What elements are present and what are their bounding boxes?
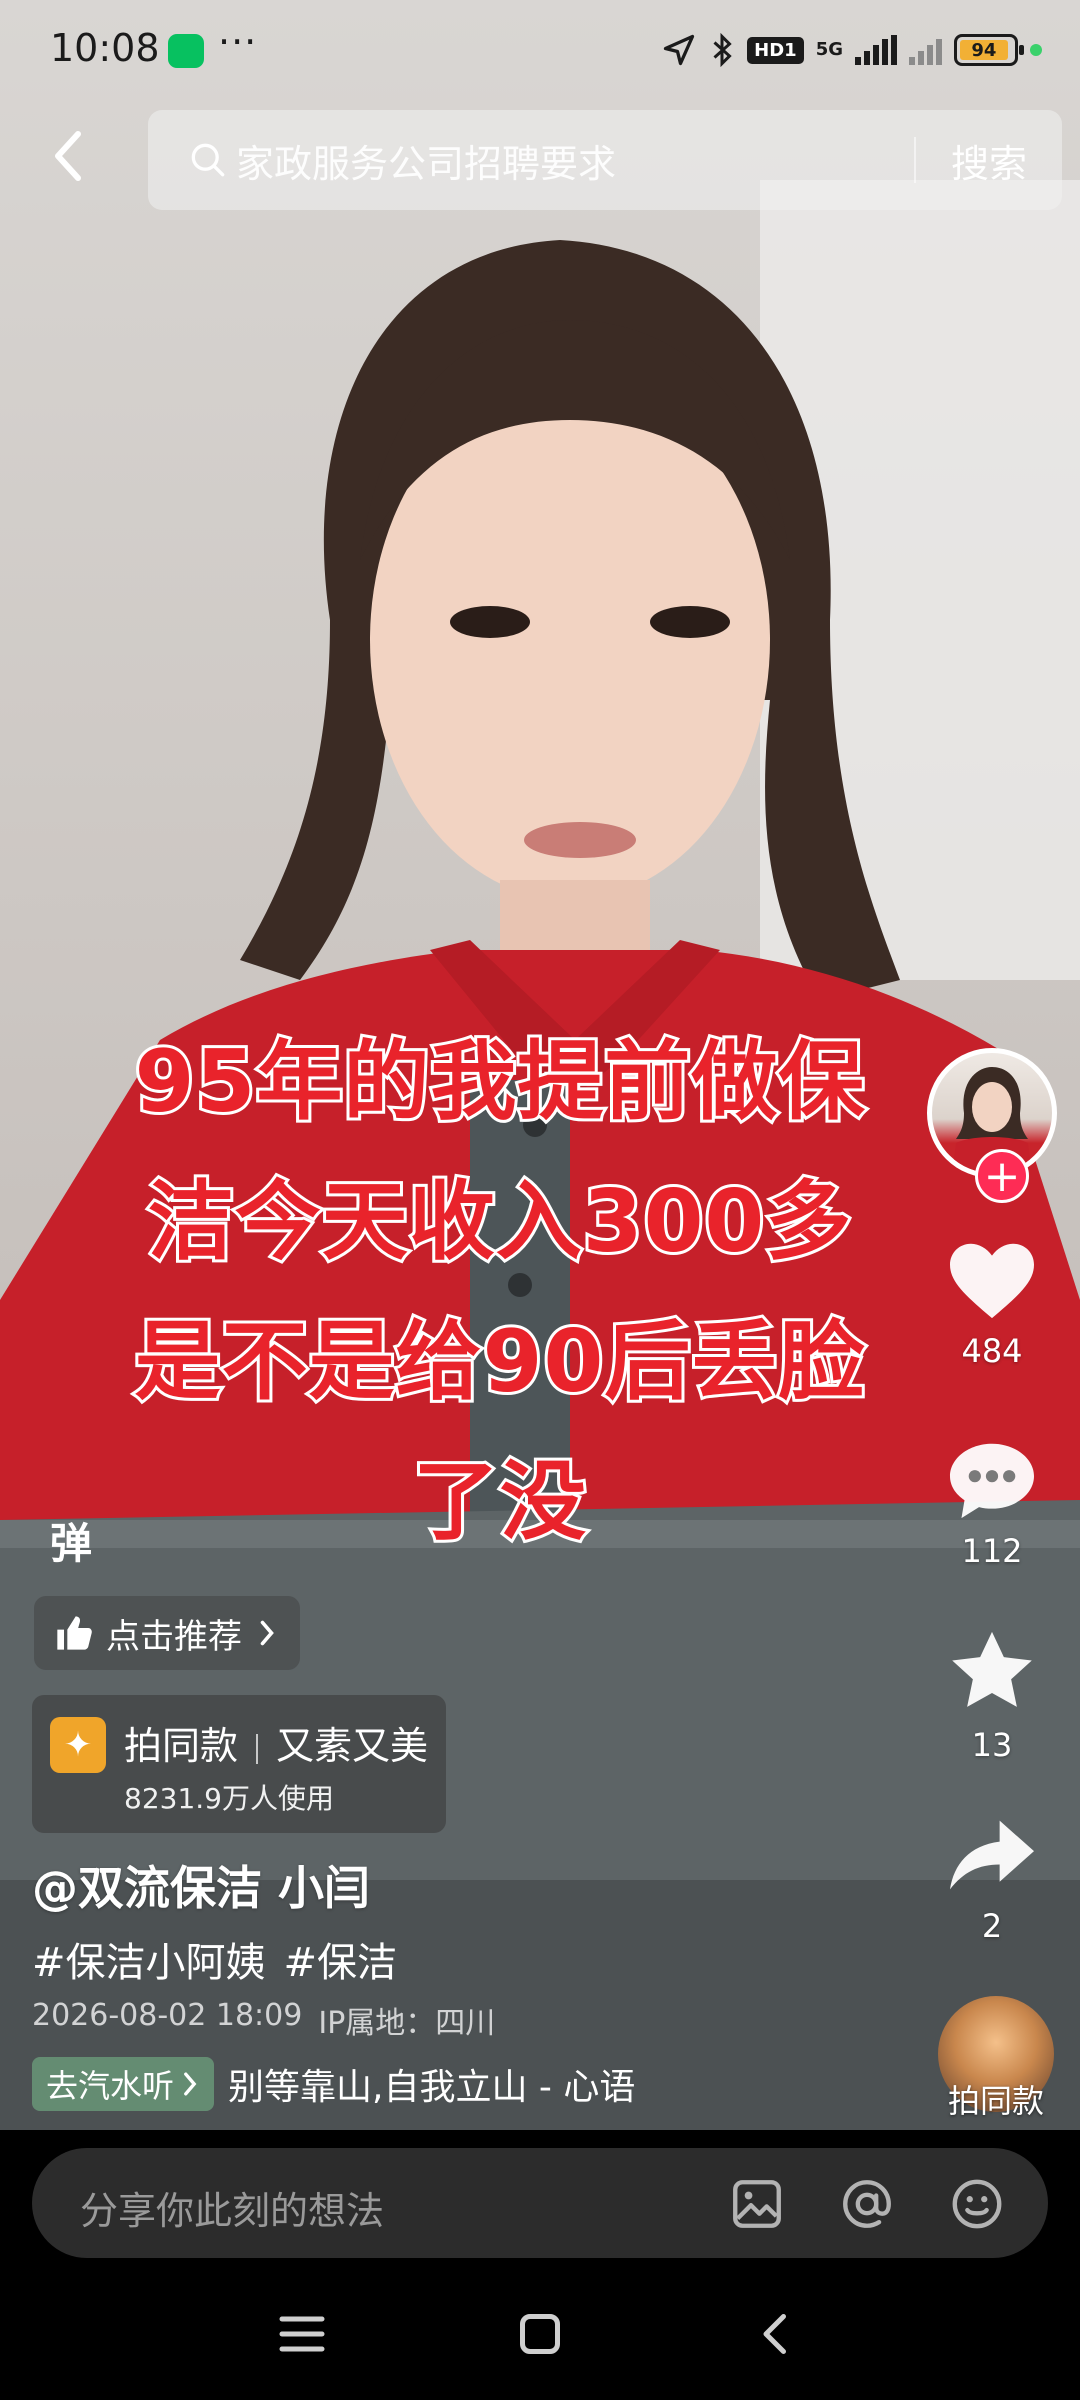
music-title: 别等靠山,自我立山 - 心语 [228,2067,636,2108]
signal-strength-icon [855,35,897,65]
hashtag-link[interactable]: #保洁 [284,1930,398,1988]
status-time: 10:08 [50,26,160,70]
battery-level: 94 [960,40,1008,61]
search-input[interactable]: 家政服务公司招聘要求 [236,133,914,188]
post-datetime: 2026-08-02 18:09 [32,1998,303,2033]
favorite-button[interactable]: 13 [922,1628,1062,1764]
caption-line: 洁今天收入300多 [145,1169,855,1275]
template-title: 拍同款 又素又美 [124,1715,428,1770]
sparkle-icon: ✦ [50,1717,106,1773]
music-tag-label: 去汽水听 [46,2067,175,2105]
location-arrow-icon [664,34,695,66]
music-row[interactable]: 去汽水听 别等靠山,自我立山 - 心语 [32,2056,635,2112]
danmaku-toggle[interactable]: 弹 [50,1510,92,1571]
signal-strength-secondary-icon [909,35,942,65]
comment-button[interactable]: 112 [922,1438,1062,1570]
network-type: 5G [815,39,843,60]
home-square-icon[interactable] [510,2304,570,2364]
same-style-label: 拍同款 [947,2082,1044,2120]
bluetooth-icon [713,32,732,68]
status-bar: 10:08 ··· HD1 5G 94 [0,0,1080,100]
recommend-button[interactable]: 点击推荐 [34,1596,300,1670]
caption-line: 了没 [410,1449,589,1555]
post-ip-location: IP属地：四川 [318,2006,496,2041]
wechat-notification-icon [168,34,204,68]
chevron-right-icon [184,2072,197,2096]
menu-icon[interactable] [272,2304,332,2364]
search-button[interactable]: 搜索 [916,133,1062,188]
template-title-divider [256,1733,259,1764]
favorite-count: 13 [971,1726,1013,1764]
author-name-link[interactable]: @双流保洁 小闫 [32,1852,370,1918]
star-icon [952,1631,1032,1707]
system-navigation-bar [0,2260,1080,2400]
privacy-indicator-dot [1030,44,1042,56]
recommend-label: 点击推荐 [106,1616,242,1657]
caption-line: 95年的我提前做保 [132,1029,868,1135]
comment-count: 112 [961,1532,1023,1570]
same-style-template-card[interactable]: ✦ 拍同款 又素又美 8231.9万人使用 [32,1695,446,1833]
search-bar[interactable]: 家政服务公司招聘要求 搜索 [148,110,1062,210]
template-action-label: 拍同款 [124,1724,239,1768]
comment-input[interactable]: 分享你此刻的想法 [32,2148,1048,2258]
back-arrow-icon[interactable] [44,126,94,186]
template-usage: 8231.9万人使用 [124,1782,334,1815]
share-arrow-icon [950,1820,1034,1890]
share-count: 2 [981,1907,1003,1945]
status-icons: HD1 5G 94 [661,30,1042,70]
hashtag-list: #保洁小阿姨 #保洁 [32,1930,397,1988]
back-triangle-icon[interactable] [746,2304,806,2364]
thumbs-up-icon [57,1616,92,1650]
hashtag-link[interactable]: #保洁小阿姨 [32,1930,266,1988]
more-notifications-icon: ··· [218,20,258,64]
like-count: 484 [961,1332,1023,1370]
emoji-icon[interactable] [948,2175,1006,2233]
video-caption-overlay: 95年的我提前做保 洁今天收入300多 是不是给90后丢脸 了没 [60,1012,940,1572]
at-icon[interactable] [838,2175,896,2233]
comment-bubble-icon [950,1443,1034,1519]
hd-voice-badge: HD1 [747,36,804,64]
search-icon [191,143,225,177]
chevron-right-icon [260,1620,274,1646]
battery-icon: 94 [954,34,1024,66]
action-rail: + 484 112 13 2 [922,1048,1062,1945]
caption-line: 是不是给90后丢脸 [132,1309,868,1415]
listen-in-qishui-button[interactable]: 去汽水听 [32,2057,215,2111]
post-meta: 2026-08-02 18:09 IP属地：四川 [32,1998,495,2042]
follow-button[interactable]: + [975,1149,1029,1203]
comment-placeholder: 分享你此刻的想法 [80,2189,385,2233]
comment-bar: 分享你此刻的想法 [0,2130,1080,2260]
like-button[interactable]: 484 [922,1238,1062,1370]
share-button[interactable]: 2 [922,1813,1062,1945]
same-style-music-button[interactable]: 拍同款 [934,1996,1058,2122]
heart-icon [950,1243,1034,1319]
image-icon[interactable] [728,2175,786,2233]
template-name: 又素又美 [276,1724,429,1768]
